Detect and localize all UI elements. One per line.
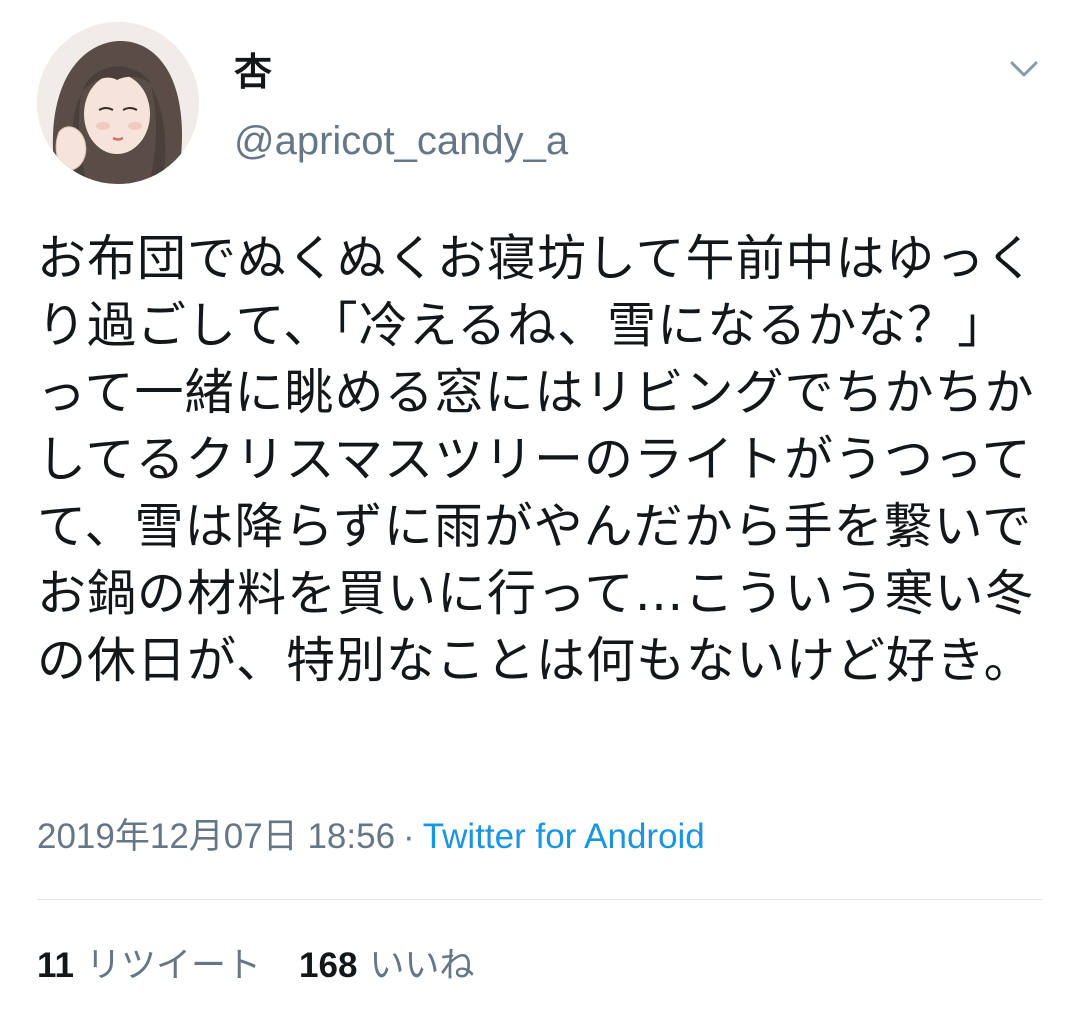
avatar-illustration-icon (37, 22, 199, 184)
user-handle[interactable]: @apricot_candy_a (234, 118, 568, 164)
display-name[interactable]: 杏 (234, 50, 272, 94)
tweet-text: お布団でぬくぬくお寝坊して午前中はゆっくり過ごして、「冷えるね、雪になるかな？」… (37, 230, 1036, 689)
tweet-stats: 11 リツイート 168 いいね (37, 940, 474, 992)
avatar[interactable] (37, 22, 199, 184)
divider (37, 899, 1042, 900)
chevron-down-icon[interactable] (1004, 52, 1044, 84)
tweet-date[interactable]: 2019年12月07日 18:56 (37, 817, 395, 856)
tweet-card: 杏 @apricot_candy_a お布団でぬくぬくお寝坊して午前中はゆっくり… (0, 0, 1079, 1021)
retweets-stat[interactable]: 11 リツイート (37, 946, 261, 986)
likes-label: いいね (369, 946, 475, 986)
retweets-count: 11 (37, 946, 74, 985)
retweets-label: リツイート (86, 946, 262, 986)
tweet-source-link[interactable]: Twitter for Android (423, 817, 705, 856)
meta-separator: · (403, 817, 415, 856)
likes-stat[interactable]: 168 いいね (299, 946, 474, 986)
likes-count: 168 (299, 946, 358, 985)
tweet-header: 杏 @apricot_candy_a (37, 22, 1049, 187)
tweet-meta: 2019年12月07日 18:56 · Twitter for Android (37, 812, 705, 862)
